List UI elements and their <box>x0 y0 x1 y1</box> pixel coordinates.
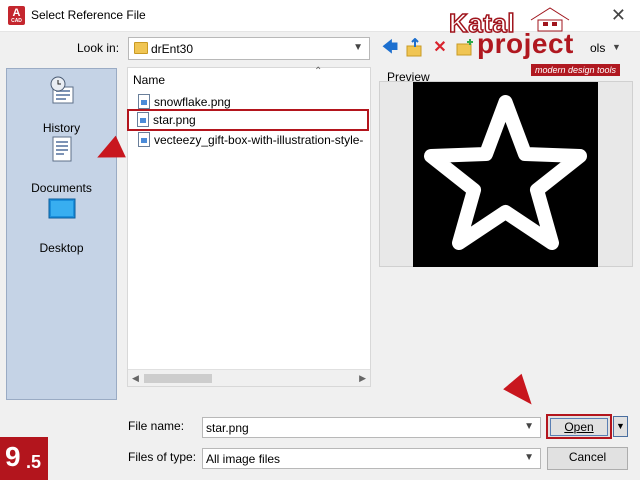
place-history[interactable]: History <box>7 75 116 135</box>
annotation-arrow-down <box>503 373 541 413</box>
history-icon <box>50 76 74 104</box>
place-label-documents: Documents <box>31 181 92 195</box>
places-bar: History Documents Desktop <box>6 68 117 400</box>
image-file-icon <box>138 132 150 147</box>
folder-icon <box>134 42 148 54</box>
chevron-down-icon[interactable]: ▼ <box>524 452 534 463</box>
file-item-name: vecteezy_gift-box-with-illustration-styl… <box>154 133 364 147</box>
image-file-icon <box>138 94 150 109</box>
open-button-label: Open <box>550 418 608 436</box>
watermark-tagline: modern design tools <box>531 64 621 76</box>
autocad-app-icon: A CAD <box>8 6 25 25</box>
scrollbar-thumb[interactable] <box>144 374 212 383</box>
cancel-button[interactable]: Cancel <box>547 447 628 470</box>
new-folder-icon[interactable] <box>455 38 475 58</box>
file-type-select[interactable]: All image files ▼ <box>202 448 541 469</box>
step-number-major: 9 <box>5 441 21 472</box>
horizontal-scrollbar[interactable]: ◀ ▶ <box>128 369 370 386</box>
preview-image <box>413 82 598 267</box>
sort-ascending-icon: ⌃ <box>314 66 323 77</box>
file-item-selected[interactable]: star.png <box>127 109 369 131</box>
file-type-value: All image files <box>206 452 281 466</box>
scroll-left-icon[interactable]: ◀ <box>132 373 139 384</box>
back-arrow-icon[interactable]: 🡄 <box>380 38 400 58</box>
step-badge: 9 .5 <box>0 437 48 480</box>
place-desktop[interactable]: Desktop <box>7 195 116 255</box>
tools-chevron-down-icon[interactable]: ▼ <box>612 42 621 52</box>
documents-icon <box>52 136 72 162</box>
chevron-down-icon[interactable]: ▼ <box>524 421 534 432</box>
preview-panel <box>379 81 633 267</box>
file-name-label: File name: <box>128 419 185 433</box>
lookin-combobox[interactable]: drEnt30 ▼ <box>128 37 370 60</box>
lookin-value: drEnt30 <box>151 42 194 56</box>
watermark-line2: project <box>477 28 574 59</box>
lookin-label: Look in: <box>77 41 120 55</box>
open-button[interactable]: Open <box>546 414 612 439</box>
delete-icon[interactable]: ✕ <box>430 38 450 58</box>
file-item[interactable]: vecteezy_gift-box-with-illustration-styl… <box>136 131 372 149</box>
place-label-desktop: Desktop <box>39 241 84 255</box>
file-item-name: star.png <box>153 113 196 127</box>
chevron-down-icon: ▼ <box>353 42 363 53</box>
file-name-input[interactable]: star.png ▼ <box>202 417 541 438</box>
file-name-value: star.png <box>206 421 249 435</box>
window-title: Select Reference File <box>31 8 146 22</box>
file-item-name: snowflake.png <box>154 95 231 109</box>
place-label-history: History <box>42 121 81 135</box>
image-file-icon <box>137 112 149 127</box>
scroll-right-icon[interactable]: ▶ <box>359 373 366 384</box>
file-type-label: Files of type: <box>128 450 197 464</box>
tools-menu[interactable]: ols <box>590 41 605 55</box>
up-folder-icon[interactable] <box>405 37 425 58</box>
step-number-minor: .5 <box>26 452 42 472</box>
open-dropdown-button[interactable]: ▼ <box>613 416 628 437</box>
column-header-name[interactable]: Name <box>133 73 165 87</box>
star-preview-icon <box>424 95 587 250</box>
desktop-icon <box>48 198 76 219</box>
